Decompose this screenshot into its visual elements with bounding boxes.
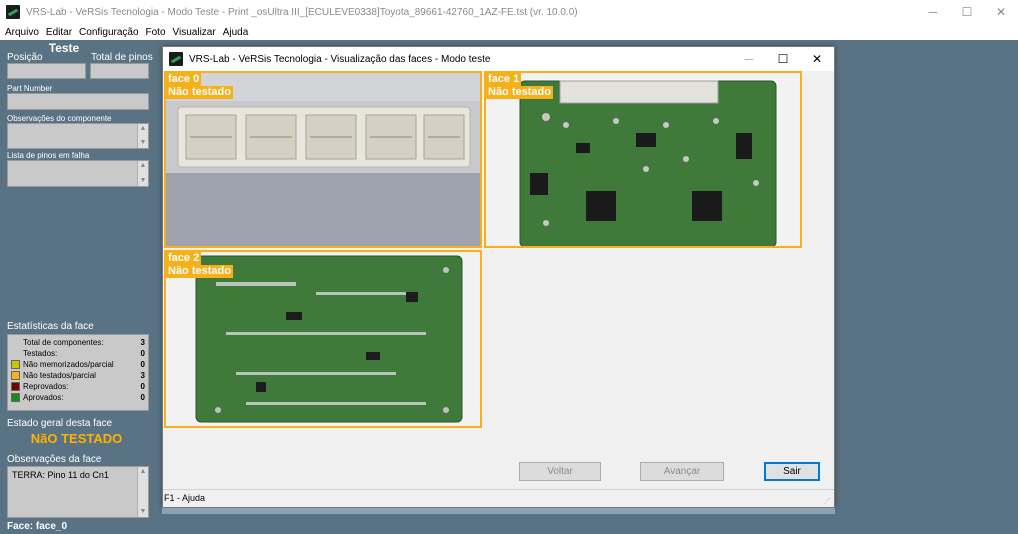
stat-label: Não testados/parcial	[23, 370, 96, 380]
stats-title: Estatísticas da face	[7, 321, 94, 332]
maximize-button[interactable]: ☐	[950, 0, 984, 24]
stat-row-aprovados: Aprovados: 0	[11, 392, 145, 402]
main-titlebar: VRS-Lab - VeRSis Tecnologia - Modo Teste…	[0, 0, 1018, 24]
scroll-up-icon[interactable]: ▲	[138, 467, 148, 477]
menu-bar: Arquivo Editar Configuração Foto Visuali…	[0, 24, 1018, 40]
vrs-app-icon	[169, 52, 183, 66]
face-2-image	[166, 252, 480, 426]
window-title: VRS-Lab - VeRSis Tecnologia - Modo Teste…	[26, 6, 578, 18]
dialog-title: VRS-Lab - VeRSis Tecnologia - Visualizaç…	[189, 53, 491, 65]
avancar-button[interactable]: Avançar	[640, 462, 724, 481]
menu-arquivo[interactable]: Arquivo	[5, 27, 39, 38]
background-strip	[835, 40, 1018, 512]
dialog-close-button[interactable]: ✕	[800, 47, 834, 71]
pinos-falha-field[interactable]: ▲ ▼	[7, 160, 149, 187]
obs-face-field[interactable]: TERRA: Pino 11 do Cn1 ▲ ▼	[7, 466, 149, 518]
face-1-image	[486, 73, 800, 246]
stat-row-testados: Testados: 0	[11, 348, 145, 358]
menu-editar[interactable]: Editar	[46, 27, 72, 38]
green-swatch-icon	[11, 392, 20, 402]
stat-value: 0	[140, 381, 145, 391]
stat-label: Testados:	[23, 348, 58, 358]
face-0-image	[166, 73, 480, 246]
sair-button[interactable]: Sair	[764, 462, 820, 481]
stat-label: Não memorizados/parcial	[23, 359, 114, 369]
help-hint: F1 - Ajuda	[164, 493, 206, 503]
pinos-falha-scrollbar[interactable]: ▲ ▼	[137, 161, 148, 186]
face-footer: Face: face_0	[7, 521, 68, 532]
scroll-up-icon[interactable]: ▲	[138, 124, 148, 134]
face-2-name: face 2	[166, 252, 202, 265]
obs-face-scrollbar[interactable]: ▲ ▼	[137, 467, 148, 517]
close-button[interactable]: ✕	[984, 0, 1018, 24]
stat-value: 0	[140, 348, 145, 358]
estado-status: NãO TESTADO	[30, 431, 123, 446]
red-swatch-icon	[11, 381, 20, 391]
faces-dialog: VRS-Lab - VeRSis Tecnologia - Visualizaç…	[162, 46, 835, 508]
face-2-status: Não testado	[166, 265, 233, 278]
face-2-panel[interactable]: face 2 Não testado	[164, 250, 482, 428]
obs-face-label: Observações da face	[7, 454, 102, 465]
scroll-down-icon[interactable]: ▼	[138, 507, 148, 517]
menu-ajuda[interactable]: Ajuda	[223, 27, 249, 38]
scroll-down-icon[interactable]: ▼	[138, 176, 148, 186]
stat-row-nao-memorizados: Não memorizados/parcial 0	[11, 359, 145, 369]
obs-face-text: TERRA: Pino 11 do Cn1	[12, 470, 109, 480]
face-0-status: Não testado	[166, 86, 233, 99]
minimize-button[interactable]: ─	[916, 0, 950, 24]
scroll-up-icon[interactable]: ▲	[138, 161, 148, 171]
voltar-button[interactable]: Voltar	[519, 462, 601, 481]
obs-componente-field[interactable]: ▲ ▼	[7, 123, 149, 149]
dialog-status-bar: F1 - Ajuda ⋰	[163, 489, 834, 507]
estado-label: Estado geral desta face	[7, 418, 113, 429]
dialog-window-controls: ─ ☐ ✕	[732, 47, 834, 71]
obs-componente-scrollbar[interactable]: ▲ ▼	[137, 124, 148, 148]
posicao-field[interactable]	[7, 63, 86, 79]
stat-row-nao-testados: Não testados/parcial 3	[11, 370, 145, 380]
face-1-panel[interactable]: face 1 Não testado	[484, 71, 802, 248]
stat-value: 3	[140, 370, 145, 380]
face-1-name: face 1	[486, 73, 522, 86]
menu-foto[interactable]: Foto	[146, 27, 166, 38]
stat-value: 0	[140, 392, 145, 402]
face-1-status: Não testado	[486, 86, 553, 99]
part-number-label: Part Number	[7, 84, 53, 93]
face-0-name: face 0	[166, 73, 202, 86]
total-pinos-field[interactable]	[90, 63, 149, 79]
dialog-titlebar: VRS-Lab - VeRSis Tecnologia - Visualizaç…	[163, 47, 834, 71]
stat-label: Reprovados:	[23, 381, 69, 391]
scroll-down-icon[interactable]: ▼	[138, 138, 148, 148]
resize-grip-icon[interactable]: ⋰	[824, 497, 832, 505]
part-number-field[interactable]	[7, 93, 149, 110]
stat-row-total: Total de componentes: 3	[11, 337, 145, 347]
stat-label: Aprovados:	[23, 392, 64, 402]
orange-swatch-icon	[11, 370, 20, 380]
obs-componente-label: Observações do componente	[7, 114, 112, 123]
stat-row-reprovados: Reprovados: 0	[11, 381, 145, 391]
posicao-label: Posição	[7, 52, 43, 63]
total-pinos-label: Total de pinos	[91, 52, 153, 63]
menu-configuracao[interactable]: Configuração	[79, 27, 138, 38]
menu-visualizar[interactable]: Visualizar	[173, 27, 216, 38]
stats-box: Total de componentes: 3 Testados: 0 Não …	[7, 334, 149, 411]
dialog-minimize-button[interactable]: ─	[732, 47, 766, 71]
dialog-shadow-strip	[162, 508, 835, 514]
window-controls: ─ ☐ ✕	[916, 0, 1018, 24]
face-0-panel[interactable]: face 0 Não testado	[164, 71, 482, 248]
dialog-maximize-button[interactable]: ☐	[766, 47, 800, 71]
vrs-app-icon	[6, 5, 20, 19]
stat-label: Total de componentes:	[23, 337, 104, 347]
pinos-falha-label: Lista de pinos em falha	[7, 151, 90, 160]
stat-value: 0	[140, 359, 145, 369]
yellow-swatch-icon	[11, 359, 20, 369]
stat-value: 3	[140, 337, 145, 347]
left-panel: Teste Posição Total de pinos Part Number…	[0, 40, 153, 534]
